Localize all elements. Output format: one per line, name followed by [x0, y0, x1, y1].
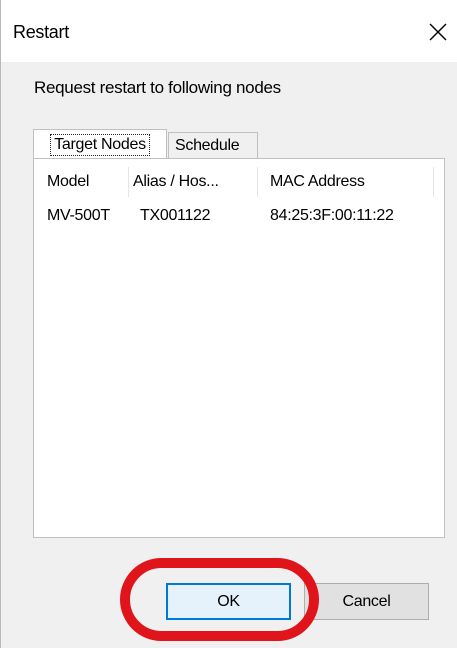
column-header-alias[interactable]: Alias / Hos... [133, 165, 219, 199]
cancel-button[interactable]: Cancel [304, 583, 429, 620]
tab-schedule[interactable]: Schedule [168, 132, 258, 158]
close-icon [429, 23, 447, 41]
list-header: Model Alias / Hos... MAC Address [35, 165, 435, 199]
cell-mac: 84:25:3F:00:11:22 [270, 207, 394, 224]
restart-dialog: Restart Request restart to following nod… [0, 0, 457, 648]
column-divider[interactable] [257, 167, 258, 197]
column-header-model[interactable]: Model [47, 165, 89, 199]
cell-alias: TX001122 [140, 207, 211, 224]
table-row[interactable]: MV-500T TX001122 84:25:3F:00:11:22 [35, 199, 435, 233]
close-button[interactable] [418, 10, 457, 54]
column-header-mac[interactable]: MAC Address [270, 165, 365, 199]
instruction-text: Request restart to following nodes [34, 78, 281, 97]
window-title: Restart [13, 22, 69, 42]
tab-schedule-label: Schedule [175, 136, 240, 154]
target-nodes-panel: Model Alias / Hos... MAC Address MV-500T… [33, 158, 445, 538]
tab-target-nodes[interactable]: Target Nodes [33, 129, 167, 159]
ok-button[interactable]: OK [166, 583, 291, 620]
column-divider[interactable] [128, 167, 129, 197]
tab-target-nodes-label: Target Nodes [50, 133, 150, 156]
title-bar: Restart [1, 0, 457, 62]
column-divider[interactable] [433, 167, 434, 197]
cell-model: MV-500T [47, 207, 110, 224]
